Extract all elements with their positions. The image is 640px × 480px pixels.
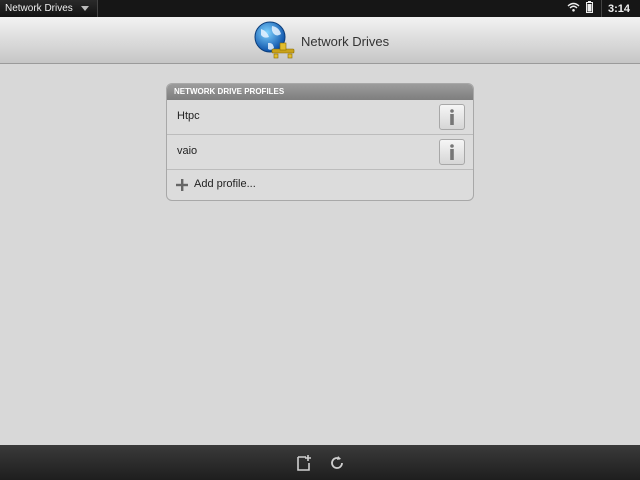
status-divider bbox=[600, 0, 602, 17]
info-icon bbox=[450, 144, 454, 160]
app-menu-button[interactable]: Network Drives bbox=[0, 0, 98, 17]
bottom-toolbar bbox=[0, 445, 640, 480]
profile-name: vaio bbox=[177, 145, 198, 157]
refresh-button[interactable] bbox=[327, 453, 347, 473]
chevron-down-icon bbox=[80, 6, 89, 11]
profiles-list: NETWORK DRIVE PROFILES Htpc vaio Add pro… bbox=[166, 83, 474, 201]
wifi-icon bbox=[567, 2, 580, 15]
app-menu-label: Network Drives bbox=[5, 3, 73, 14]
status-indicators[interactable]: 3:14 bbox=[567, 0, 640, 17]
battery-icon bbox=[585, 1, 593, 16]
plus-icon bbox=[176, 179, 188, 191]
refresh-icon bbox=[331, 456, 343, 469]
add-profile-label: Add profile... bbox=[194, 178, 256, 190]
status-bar: Network Drives 3:14 bbox=[0, 0, 640, 17]
new-document-icon bbox=[297, 455, 311, 471]
clock: 3:14 bbox=[607, 2, 630, 15]
profile-info-button[interactable] bbox=[439, 139, 465, 165]
profile-info-button[interactable] bbox=[439, 104, 465, 130]
page-title: Network Drives bbox=[301, 34, 390, 49]
new-document-button[interactable] bbox=[294, 453, 314, 473]
list-item[interactable]: vaio bbox=[167, 135, 473, 170]
profile-name: Htpc bbox=[177, 110, 200, 122]
info-icon bbox=[450, 109, 454, 125]
globe-network-icon bbox=[252, 19, 296, 61]
add-profile-button[interactable]: Add profile... bbox=[167, 170, 473, 200]
section-header: NETWORK DRIVE PROFILES bbox=[167, 84, 473, 100]
list-item[interactable]: Htpc bbox=[167, 100, 473, 135]
app-header: Network Drives bbox=[0, 17, 640, 64]
